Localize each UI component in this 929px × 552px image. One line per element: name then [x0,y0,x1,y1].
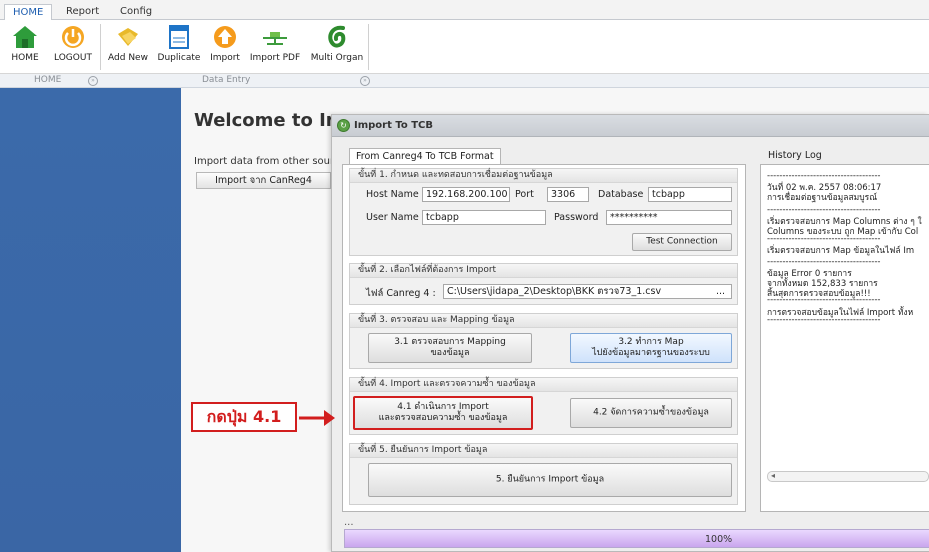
tab-home[interactable]: HOME [4,4,53,21]
step1-group: ขั้นที่ 1. กำหนด และทดสอบการเชื่อมต่อฐาน… [349,168,738,256]
history-horizontal-scrollbar[interactable]: ◂ [767,471,929,482]
step5-header: ขั้นที่ 5. ยืนยันการ Import ข้อมูล [350,444,737,458]
map-to-standard-label: 3.2 ทำการ Map [618,337,684,347]
canreg4-file-label: ไฟล์ Canreg 4 : [366,288,436,299]
multi-organ-icon [323,24,351,50]
home-button[interactable]: HOME [8,24,42,63]
instruction-callout: กดปุ่ม 4.1 [191,402,297,432]
check-mapping-button[interactable]: 3.1 ตรวจสอบการ Mapping ของข้อมูล [368,333,532,363]
step3-header: ขั้นที่ 3. ตรวจสอบ และ Mapping ข้อมูล [350,314,737,328]
browse-button[interactable]: ... [716,285,725,298]
import-dialog: ↻ Import To TCB From Canreg4 To TCB Form… [331,114,929,552]
home-icon [11,24,39,50]
duplicate-button-label: Duplicate [157,53,201,63]
run-import-button[interactable]: 4.1 ดำเนินการ Import และตรวจสอบความซ้ำ ข… [353,396,533,430]
port-label: Port [515,189,534,200]
user-name-field[interactable]: tcbapp [422,210,546,225]
import-pdf-button[interactable]: Import PDF [248,24,302,63]
password-field[interactable]: ********** [606,210,732,225]
group-label-home: HOME [34,75,62,85]
toolbar-divider [368,24,369,70]
upload-arrow-icon [211,24,239,50]
step1-header: ขั้นที่ 1. กำหนด และทดสอบการเชื่อมต่อฐาน… [350,169,737,183]
manage-duplicates-label: 4.2 จัดการความซ้ำของข้อมูล [593,407,709,418]
tab-canreg4-to-tcb[interactable]: From Canreg4 To TCB Format [349,148,501,165]
logout-button[interactable]: LOGOUT [50,24,96,63]
tab-config[interactable]: Config [112,4,160,21]
group-expand-icon[interactable]: » [360,76,370,86]
run-import-label-2: และตรวจสอบความซ้ำ ของข้อมูล [378,413,508,423]
power-icon [59,24,87,50]
run-import-label: 4.1 ดำเนินการ Import [397,402,489,412]
step4-group: ขั้นที่ 4. Import และตรวจความซ้ำ ของข้อม… [349,377,738,435]
host-name-field[interactable]: 192.168.200.100 [422,187,510,202]
scroll-left-icon[interactable]: ◂ [771,471,775,480]
test-connection-button[interactable]: Test Connection [632,233,732,251]
import-button-label: Import [210,53,240,63]
import-steps-panel: ขั้นที่ 1. กำหนด และทดสอบการเชื่อมต่อฐาน… [342,164,746,512]
step2-group: ขั้นที่ 2. เลือกไฟล์ที่ต้องการ Import ไฟ… [349,263,738,305]
database-field[interactable]: tcbapp [648,187,732,202]
group-label-data-entry: Data Entry [202,75,251,85]
log-line: ------------------------------------- [767,295,881,305]
import-canreg4-button[interactable]: Import จาก CanReg4 [196,172,331,189]
logout-button-label: LOGOUT [54,53,92,63]
log-line: เริ่มตรวจสอบการ Map ข้อมูลในไฟล์ Im [767,246,915,256]
step4-header: ขั้นที่ 4. Import และตรวจความซ้ำ ของข้อม… [350,378,737,392]
multi-organ-button-label: Multi Organ [310,53,364,63]
history-log-panel[interactable]: ------------------------------------- วั… [760,164,929,512]
dialog-title: Import To TCB [354,120,433,131]
group-expand-icon[interactable]: » [88,76,98,86]
ribbon-group-bar: HOME » Data Entry » [0,74,929,88]
multi-organ-button[interactable]: Multi Organ [308,24,366,63]
step3-group: ขั้นที่ 3. ตรวจสอบ และ Mapping ข้อมูล 3.… [349,313,738,369]
status-text: ... [344,517,354,528]
network-icon [261,24,289,50]
test-connection-label: Test Connection [646,236,718,247]
manage-duplicates-button[interactable]: 4.2 จัดการความซ้ำของข้อมูล [570,398,732,428]
import-progress-bar: 100% [344,529,929,548]
canreg4-file-field[interactable]: C:\Users\jidapa_2\Desktop\BKK ตรวจ73_1.c… [443,284,732,299]
host-name-label: Host Name [366,189,419,200]
welcome-heading: Welcome to Im [194,110,345,131]
step2-header: ขั้นที่ 2. เลือกไฟล์ที่ต้องการ Import [350,264,737,278]
side-panel [0,88,181,552]
history-log-title: History Log [768,150,822,161]
toolbar-divider [100,24,101,70]
add-new-button[interactable]: Add New [104,24,152,63]
log-line: ------------------------------------- [767,315,881,325]
confirm-import-label: 5. ยืนยันการ Import ข้อมูล [495,474,605,485]
home-button-label: HOME [11,53,39,63]
file-path-value: C:\Users\jidapa_2\Desktop\BKK ตรวจ73_1.c… [447,286,662,297]
port-field[interactable]: 3306 [547,187,589,202]
database-label: Database [598,189,644,200]
document-icon [165,24,193,50]
check-mapping-label-2: ของข้อมูล [430,348,470,358]
folder-icon [114,24,142,50]
log-line: การเชื่อมต่อฐานข้อมูลสมบูรณ์ [767,193,878,203]
map-to-standard-button[interactable]: 3.2 ทำการ Map ไปยังข้อมูลมาตรฐานของระบบ [570,333,732,363]
step5-group: ขั้นที่ 5. ยืนยันการ Import ข้อมูล 5. ยื… [349,443,738,505]
map-to-standard-label-2: ไปยังข้อมูลมาตรฐานของระบบ [592,348,710,358]
callout-arrow-icon [299,410,335,426]
ribbon-tabs: HOME Report Config [0,0,929,21]
dialog-title-bar[interactable]: ↻ Import To TCB [332,115,929,137]
duplicate-button[interactable]: Duplicate [154,24,204,63]
import-button[interactable]: Import [206,24,244,63]
password-label: Password [554,212,599,223]
confirm-import-button[interactable]: 5. ยืนยันการ Import ข้อมูล [368,463,732,497]
tab-report[interactable]: Report [58,4,107,21]
import-pdf-button-label: Import PDF [249,53,301,63]
import-source-label: Import data from other source [194,156,346,167]
import-tcb-icon: ↻ [337,119,350,132]
progress-label: 100% [705,534,733,545]
user-name-label: User Name [366,212,419,223]
check-mapping-label: 3.1 ตรวจสอบการ Mapping [394,337,506,347]
ribbon-toolbar: HOME LOGOUT Add New Duplicate Import Imp… [0,20,929,74]
add-new-button-label: Add New [108,53,148,63]
progress-fill [345,530,929,547]
